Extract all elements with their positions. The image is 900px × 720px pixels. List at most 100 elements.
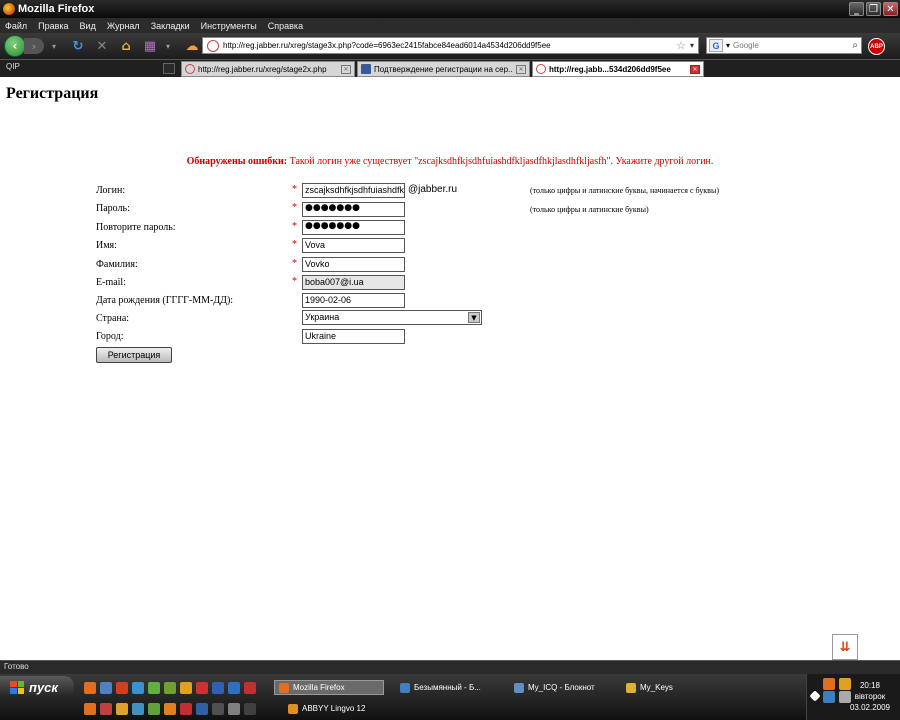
menu-history[interactable]: Журнал [107,21,140,31]
password-required-mark: * [292,202,297,213]
search-engine-dropdown-icon[interactable]: ▾ [726,41,730,50]
quicklaunch-app12-icon[interactable] [212,703,224,715]
taskbar-button-keys[interactable]: My_Keys [622,680,732,695]
close-button[interactable]: ✕ [883,2,898,16]
download-arrows-icon[interactable]: ⇊ [832,634,858,660]
url-dropdown-icon[interactable]: ▾ [690,41,694,50]
folder-icon [626,682,636,693]
surname-input[interactable]: Vovko [302,257,405,272]
chevron-down-icon[interactable]: ▼ [468,312,480,323]
maximize-button[interactable]: ❐ [866,2,881,16]
tray-network-icon[interactable] [823,691,835,703]
search-bar[interactable]: G ▾ ⌕ [706,37,862,54]
quicklaunch-app10-icon[interactable] [180,703,192,715]
quicklaunch-app5-icon[interactable] [212,682,224,694]
taskbar-button-notepad[interactable]: My_ICQ - Блокнот [510,680,620,695]
bookmark-star-icon[interactable]: ☆ [676,39,686,52]
password-label: Пароль: [96,203,130,214]
city-input[interactable]: Ukraine [302,329,405,344]
back-arrow-icon: ‹ [12,39,18,53]
quicklaunch-app7-icon[interactable] [244,682,256,694]
quicklaunch-app11-icon[interactable] [196,703,208,715]
notepad-icon [514,682,524,693]
tab-stage2[interactable]: http://reg.jabber.ru/xreg/stage2x.php ✕ [181,61,355,77]
lingvo-icon [288,703,298,714]
tab-close-icon[interactable]: ✕ [690,64,700,74]
menu-view[interactable]: Вид [80,21,96,31]
google-icon[interactable]: G [709,39,723,52]
password-input[interactable]: ●●●●●●● [302,202,405,217]
search-input[interactable] [733,41,834,50]
quicklaunch-download-icon[interactable] [116,682,128,694]
stop-icon[interactable]: ✕ [94,38,110,54]
search-icon[interactable]: ⌕ [852,40,858,51]
tray-arrow-icon[interactable] [809,690,821,702]
minimize-button[interactable]: _ [849,2,864,16]
taskbar-button-paint[interactable]: Безымянный - Б... [396,680,506,695]
bookmark-qip[interactable]: QIP [6,62,20,71]
taskbar-button-label: My_Keys [640,683,673,692]
name-input[interactable]: Vova [302,238,405,253]
reload-icon[interactable]: ↻ [70,38,86,54]
grid-icon[interactable]: ▦ [142,38,158,54]
quicklaunch-app3-icon[interactable] [180,682,192,694]
menu-help[interactable]: Справка [268,21,303,31]
tray-app-icon[interactable] [823,678,835,690]
quicklaunch-app9-icon[interactable] [164,703,176,715]
adblock-icon[interactable]: ABP [868,38,885,55]
menu-bookmarks[interactable]: Закладки [151,21,190,31]
quicklaunch-app14-icon[interactable] [244,703,256,715]
tab-close-icon[interactable]: ✕ [516,64,526,74]
quicklaunch-browser-icon[interactable] [84,703,96,715]
password-repeat-required-mark: * [292,221,297,232]
password-repeat-input[interactable]: ●●●●●●● [302,220,405,235]
start-button[interactable]: пуск [0,676,74,698]
name-required-mark: * [292,239,297,250]
back-button[interactable]: ‹ [4,35,26,57]
menu-edit[interactable]: Правка [38,21,68,31]
clock[interactable]: 20:18 вівторок 03.02.2009 [850,680,890,713]
quicklaunch-app8-icon[interactable] [148,703,160,715]
history-dropdown-icon[interactable]: ▾ [46,38,62,54]
forward-button[interactable]: › [24,38,44,54]
menu-tools[interactable]: Инструменты [201,21,257,31]
taskbar-button-lingvo[interactable]: ABBYY Lingvo 12 [284,701,394,716]
quicklaunch-app4-icon[interactable] [196,682,208,694]
clock-day: вівторок [854,692,886,701]
tab-stage3[interactable]: http://reg.jabb...534d206dd9f5ee ✕ [532,61,704,77]
quicklaunch-opera-icon[interactable] [100,703,112,715]
browser-window: Mozilla Firefox _ ❐ ✕ Файл Правка Вид Жу… [0,0,900,720]
quicklaunch-icq-icon[interactable] [148,682,160,694]
taskbar-button-firefox[interactable]: Mozilla Firefox [274,680,384,695]
quicklaunch-app6-icon[interactable] [228,682,240,694]
birthdate-input[interactable]: 1990-02-06 [302,293,405,308]
forward-arrow-icon: › [31,39,37,53]
error-message: Обнаружены ошибки: Такой логин уже сущес… [0,156,900,167]
quicklaunch-skype-icon[interactable] [132,682,144,694]
menu-file[interactable]: Файл [5,21,27,31]
tab-close-icon[interactable]: ✕ [341,64,351,74]
quicklaunch-folder-icon[interactable] [116,703,128,715]
login-hint: (только цифры и латинские буквы, начинае… [530,186,719,195]
quicklaunch-firefox-icon[interactable] [84,682,96,694]
status-text: Готово [4,662,29,671]
domain-suffix: @jabber.ru [408,184,458,195]
quicklaunch-app-icon[interactable] [100,682,112,694]
quicklaunch-app2-icon[interactable] [164,682,176,694]
register-button[interactable]: Регистрация [96,347,172,363]
country-select[interactable]: Украина ▼ [302,310,482,325]
url-bar[interactable]: http://reg.jabber.ru/xreg/stage3x.php?co… [202,37,699,54]
quicklaunch-computer-icon[interactable] [132,703,144,715]
email-label: E-mail: [96,277,126,288]
tab-list-icon[interactable] [163,63,175,74]
login-input[interactable]: zscajksdhfkjsdhfuiashdfkljasdfhkjlasdhfk… [302,183,405,198]
tab-confirmation[interactable]: Подтверждение регистрации на сер... ✕ [357,61,530,77]
home-icon[interactable]: ⌂ [118,38,134,54]
url-text[interactable]: http://reg.jabber.ru/xreg/stage3x.php?co… [223,41,676,50]
quicklaunch-app13-icon[interactable] [228,703,240,715]
status-bar: Готово [0,660,900,674]
email-input[interactable]: boba007@i.ua [302,275,405,290]
weather-icon[interactable]: ☁ [184,38,200,54]
city-label: Город: [96,331,124,342]
toolbar-dropdown-icon[interactable]: ▾ [160,38,176,54]
